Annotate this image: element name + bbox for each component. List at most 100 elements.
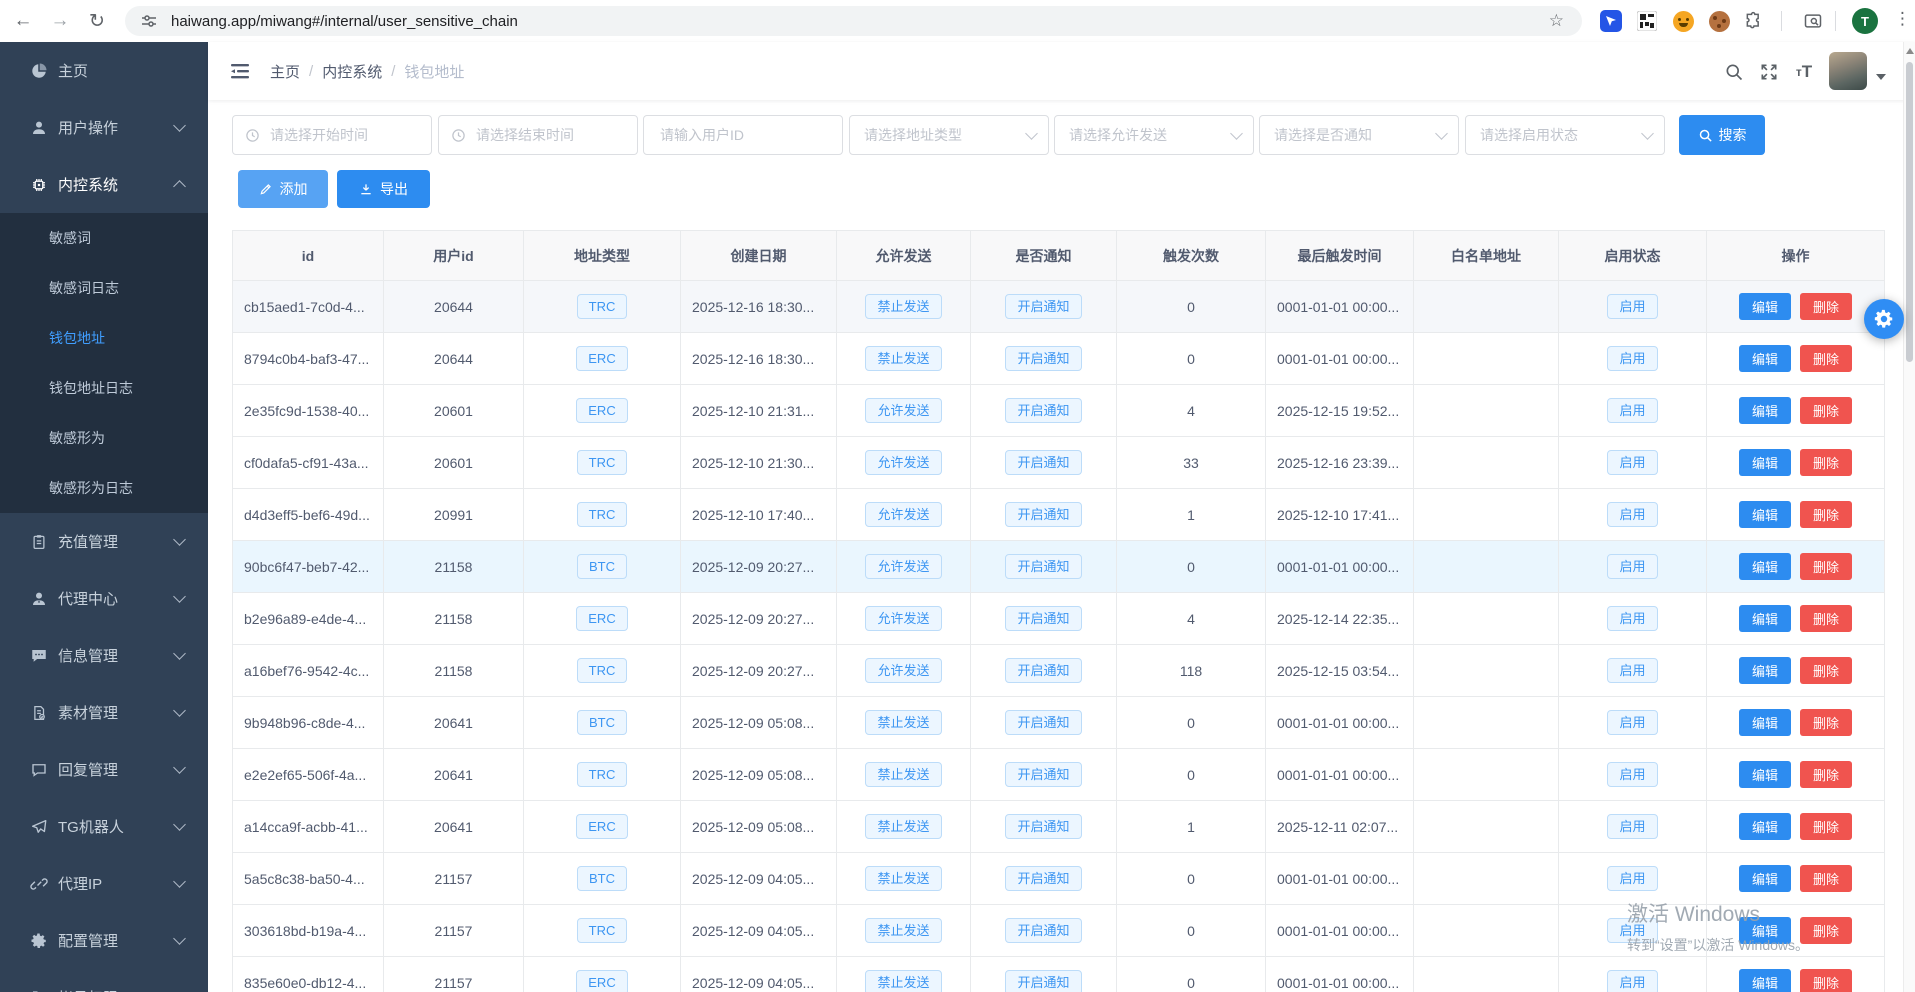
extension-cursor-icon[interactable] [1599,9,1623,33]
scrollbar-thumb[interactable] [1906,62,1913,362]
reload-icon[interactable]: ↻ [84,8,110,34]
sidebar-item-material-management[interactable]: 素材管理 [0,684,208,741]
edit-button[interactable]: 编辑 [1739,397,1791,424]
edit-button[interactable]: 编辑 [1739,345,1791,372]
sidebar-item-recharge-management[interactable]: 充值管理 [0,513,208,570]
cell-id: 2e35fc9d-1538-40... [233,385,384,437]
cell-last-trigger: 2025-12-14 22:35... [1266,593,1414,645]
delete-button[interactable]: 删除 [1800,813,1852,840]
sidebar-item-info-management[interactable]: 信息管理 [0,627,208,684]
sidebar-subitem-sensitive-words-log[interactable]: 敏感词日志 [0,263,208,313]
cell-actions: 编辑删除 [1707,437,1885,489]
page-scrollbar[interactable] [1903,42,1915,992]
sidebar-item-user-operations[interactable]: 用户操作 [0,99,208,156]
edit-button[interactable]: 编辑 [1739,709,1791,736]
edit-button[interactable]: 编辑 [1739,657,1791,684]
extensions-puzzle-icon[interactable] [1742,9,1766,33]
cell-address-type: TRC [524,645,681,697]
cell-last-trigger: 2025-12-10 17:41... [1266,489,1414,541]
cell-notify: 开启通知 [971,905,1117,957]
delete-button[interactable]: 删除 [1800,553,1852,580]
edit-button[interactable]: 编辑 [1739,761,1791,788]
extension-qr-icon[interactable] [1635,9,1659,33]
filter-user-id[interactable] [643,115,843,155]
reading-mode-icon[interactable] [1801,9,1825,33]
sidebar-item-config-management[interactable]: 配置管理 [0,912,208,969]
hamburger-icon[interactable] [228,59,252,83]
delete-button[interactable]: 删除 [1800,501,1852,528]
edit-button[interactable]: 编辑 [1739,813,1791,840]
avatar-caret-icon[interactable] [1876,74,1886,80]
edit-button[interactable]: 编辑 [1739,501,1791,528]
delete-button[interactable]: 删除 [1800,345,1852,372]
search-button[interactable]: 搜索 [1679,115,1765,155]
extension-cookie-icon[interactable] [1707,9,1731,33]
address-type-tag: BTC [577,866,627,891]
edit-button[interactable]: 编辑 [1739,605,1791,632]
breadcrumb-home[interactable]: 主页 [270,61,300,82]
scrollbar-up-arrow[interactable] [1906,48,1914,54]
delete-button[interactable]: 删除 [1800,449,1852,476]
browser-profile-avatar[interactable]: T [1852,8,1878,34]
allow-send-tag: 允许发送 [865,554,941,579]
sidebar-subitem-wallet-address[interactable]: 钱包地址 [0,313,208,363]
delete-button[interactable]: 删除 [1800,657,1852,684]
add-button[interactable]: 添加 [238,170,328,208]
search-icon[interactable] [1723,61,1745,83]
delete-button[interactable]: 删除 [1800,969,1852,992]
sidebar-subitem-sensitive-behavior-log[interactable]: 敏感形为日志 [0,463,208,513]
edit-button[interactable]: 编辑 [1739,917,1791,944]
text-size-icon[interactable]: тT [1793,61,1815,83]
edit-button[interactable]: 编辑 [1739,449,1791,476]
notify-tag: 开启通知 [1005,450,1081,475]
sidebar-item-reply-management[interactable]: 回复管理 [0,741,208,798]
delete-button[interactable]: 删除 [1800,761,1852,788]
delete-button[interactable]: 删除 [1800,917,1852,944]
user-avatar[interactable] [1829,52,1867,90]
breadcrumb-internal-control[interactable]: 内控系统 [322,61,382,82]
back-icon[interactable]: ← [10,8,36,34]
filter-allow-send-select[interactable]: 请选择允许发送 [1054,115,1254,155]
end-time-input[interactable] [474,126,618,144]
forward-icon[interactable]: → [47,8,73,34]
edit-button[interactable]: 编辑 [1739,293,1791,320]
browser-menu-icon[interactable]: ⋮ [1894,9,1911,29]
site-settings-icon[interactable] [141,13,157,29]
delete-button[interactable]: 删除 [1800,293,1852,320]
filter-address-type-select[interactable]: 请选择地址类型 [849,115,1049,155]
sidebar-item-agent-center[interactable]: 代理中心 [0,570,208,627]
address-type-tag: TRC [577,658,628,683]
status-enabled-tag: 启用 [1607,554,1657,579]
extension-emoji-icon[interactable] [1671,9,1695,33]
delete-button[interactable]: 删除 [1800,865,1852,892]
edit-button[interactable]: 编辑 [1739,553,1791,580]
sidebar-subitem-wallet-address-log[interactable]: 钱包地址日志 [0,363,208,413]
filter-start-time[interactable] [232,115,432,155]
delete-button[interactable]: 删除 [1800,397,1852,424]
settings-fab[interactable] [1864,299,1904,339]
sidebar-subitem-sensitive-behavior[interactable]: 敏感形为 [0,413,208,463]
user-id-input[interactable] [658,126,832,144]
edit-button[interactable]: 编辑 [1739,865,1791,892]
cell-status: 启用 [1559,645,1707,697]
start-time-input[interactable] [268,126,412,144]
fullscreen-icon[interactable] [1758,61,1780,83]
export-button[interactable]: 导出 [337,170,430,208]
filter-notify-select[interactable]: 请选择是否通知 [1259,115,1459,155]
filter-enabled-select[interactable]: 请选择启用状态 [1465,115,1665,155]
sidebar-subitem-sensitive-words[interactable]: 敏感词 [0,213,208,263]
table-row: 835e60e0-db12-4...21157ERC2025-12-09 04:… [233,957,1885,992]
sidebar-item-internal-control[interactable]: 内控系统 [0,156,208,213]
sidebar-item-tg-robot[interactable]: TG机器人 [0,798,208,855]
delete-button[interactable]: 删除 [1800,605,1852,632]
edit-button[interactable]: 编辑 [1739,969,1791,992]
sidebar-item-proxy-ip[interactable]: 代理IP [0,855,208,912]
sidebar-item-account-permission[interactable]: 帐号权限 [0,969,208,992]
notify-tag: 开启通知 [1005,814,1081,839]
filter-end-time[interactable] [438,115,638,155]
bookmark-star-icon[interactable]: ☆ [1549,11,1564,31]
address-bar[interactable]: haiwang.app/miwang#/internal/user_sensit… [125,6,1582,36]
sidebar-item-home[interactable]: 主页 [0,42,208,99]
delete-button[interactable]: 删除 [1800,709,1852,736]
cell-created: 2025-12-09 05:08... [681,801,837,853]
